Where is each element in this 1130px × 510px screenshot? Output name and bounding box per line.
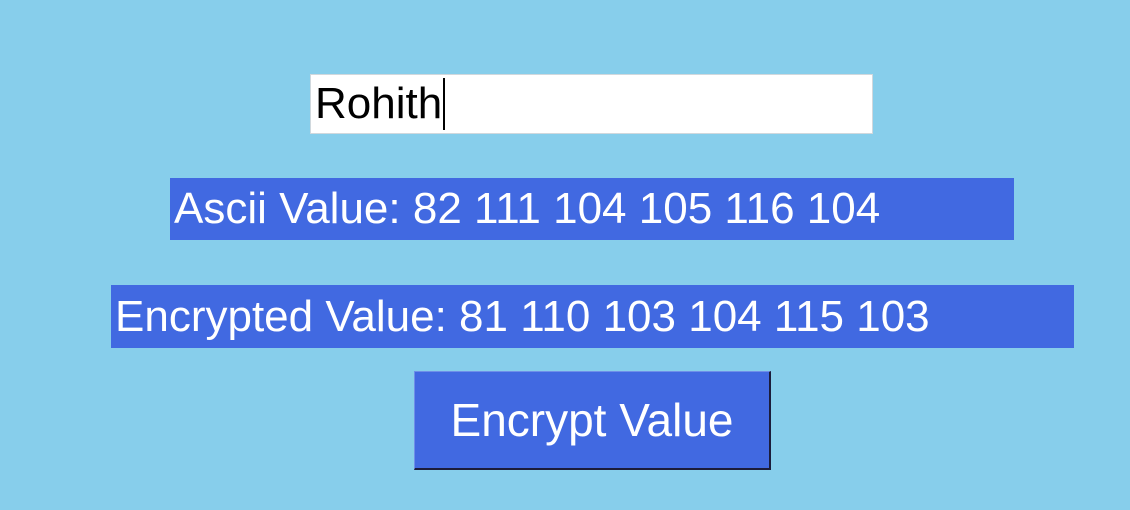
text-caret [443, 78, 446, 130]
text-input[interactable]: Rohith [310, 74, 873, 134]
encrypt-value-button[interactable]: Encrypt Value [414, 371, 771, 470]
encrypt-value-button-label: Encrypt Value [450, 394, 734, 446]
text-input-value: Rohith [315, 79, 443, 128]
encrypted-value-label: Encrypted Value: 81 110 103 104 115 103 [111, 285, 1074, 348]
ascii-value-label: Ascii Value: 82 111 104 105 116 104 [170, 178, 1014, 240]
